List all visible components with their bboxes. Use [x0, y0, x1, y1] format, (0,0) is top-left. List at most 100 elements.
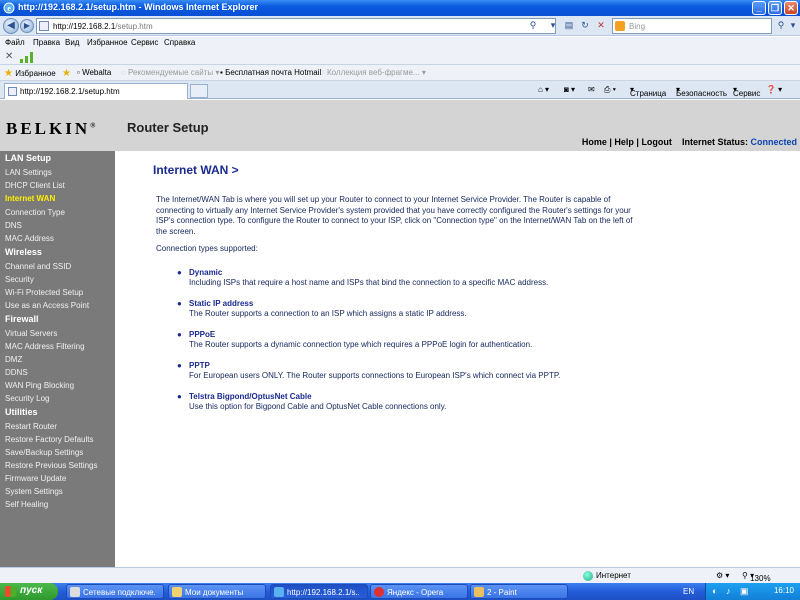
favorite-hotmail[interactable]: ▪ Бесплатная почта Hotmail — [220, 68, 321, 77]
sidebar-section-wireless[interactable]: Wireless — [5, 247, 42, 257]
sidebar-item-access-point[interactable]: Use as an Access Point — [5, 301, 89, 310]
menu-file[interactable]: Файл — [5, 38, 25, 47]
page-menu[interactable]: Страница ▾ — [630, 85, 666, 98]
taskbar-item-my-documents[interactable]: Мои документы — [168, 584, 266, 599]
menu-tools[interactable]: Сервис — [131, 38, 158, 47]
belkin-logo: BELKIN® — [6, 119, 96, 138]
maximize-button[interactable]: ❐ — [768, 1, 782, 15]
sidebar-item-system-settings[interactable]: System Settings — [5, 487, 63, 496]
forward-button[interactable]: ▶ — [20, 19, 34, 33]
favorites-button[interactable]: ★ Избранное — [4, 68, 56, 79]
zoom-level[interactable]: ⚲ 130% ▾ — [742, 571, 771, 583]
help-link[interactable]: Help — [614, 137, 634, 147]
search-provider-icon[interactable]: ⚲ — [526, 19, 540, 33]
address-bar[interactable]: http://192.168.2.1/setup.htm — [36, 18, 556, 34]
menu-edit[interactable]: Правка — [33, 38, 60, 47]
address-url[interactable]: http://192.168.2.1/setup.htm — [53, 22, 153, 31]
sidebar-section-firewall[interactable]: Firewall — [5, 314, 39, 324]
tray-icon[interactable]: ◐ — [712, 586, 717, 596]
sidebar-item-ddns[interactable]: DDNS — [5, 368, 28, 377]
sidebar-item-firmware-update[interactable]: Firmware Update — [5, 474, 66, 483]
taskbar-item-opera[interactable]: Яндекс - Opera — [370, 584, 468, 599]
taskbar-item-network[interactable]: Сетевые подключе... — [66, 584, 164, 599]
connection-type-desc: The Router supports a dynamic connection… — [189, 340, 533, 349]
home-icon[interactable]: ⌂ ▾ — [538, 85, 549, 94]
logout-link[interactable]: Logout — [641, 137, 672, 147]
internet-explorer-icon: e — [3, 2, 15, 14]
close-toolbar-icon[interactable]: ✕ — [5, 51, 13, 62]
signal-strength-icon — [20, 52, 33, 63]
connection-type-desc: Including ISPs that require a host name … — [189, 278, 549, 287]
tab-setup[interactable]: http://192.168.2.1/setup.htm — [4, 83, 188, 99]
search-box[interactable]: Bing — [612, 18, 772, 34]
back-button[interactable]: ◀ — [3, 18, 19, 34]
sidebar-item-restart-router[interactable]: Restart Router — [5, 422, 57, 431]
sidebar-item-save-backup[interactable]: Save/Backup Settings — [5, 448, 83, 457]
stop-icon[interactable]: ✕ — [594, 19, 608, 33]
menu-help[interactable]: Справка — [164, 38, 195, 47]
home-link[interactable]: Home — [582, 137, 607, 147]
favorite-webalta[interactable]: ▫ Webalta — [77, 68, 111, 77]
sidebar-item-restore-previous[interactable]: Restore Previous Settings — [5, 461, 98, 470]
bing-icon — [615, 21, 625, 31]
windows-logo-icon — [5, 586, 16, 597]
sidebar-item-lan-settings[interactable]: LAN Settings — [5, 168, 52, 177]
sidebar-item-mac-address[interactable]: MAC Address — [5, 234, 54, 243]
mail-icon[interactable]: ✉ — [588, 85, 595, 94]
menu-favorites[interactable]: Избранное — [87, 38, 128, 47]
connection-type-static-ip: Static IP address — [189, 299, 254, 308]
menu-view[interactable]: Вид — [65, 38, 79, 47]
sidebar-item-dns[interactable]: DNS — [5, 221, 22, 230]
safety-menu[interactable]: Безопасность ▾ — [676, 85, 727, 98]
paint-icon — [474, 587, 484, 597]
add-favorite-icon[interactable]: ★ — [62, 68, 71, 79]
tools-menu[interactable]: Сервис ▾ — [733, 85, 760, 98]
sidebar-item-security-log[interactable]: Security Log — [5, 394, 49, 403]
sidebar-item-restore-defaults[interactable]: Restore Factory Defaults — [5, 435, 93, 444]
sidebar-item-wan-ping-blocking[interactable]: WAN Ping Blocking — [5, 381, 74, 390]
sidebar-item-dmz[interactable]: DMZ — [5, 355, 22, 364]
favorite-web-slice-gallery[interactable]: ◌ Коллекция веб-фрагме... ▾ — [320, 68, 426, 77]
tab-title: http://192.168.2.1/setup.htm — [20, 87, 120, 96]
address-dropdown-icon[interactable]: ▾ — [546, 19, 560, 33]
sidebar-item-self-healing[interactable]: Self Healing — [5, 500, 48, 509]
start-button[interactable]: пуск — [0, 583, 58, 600]
sidebar-item-wps[interactable]: Wi-Fi Protected Setup — [5, 288, 83, 297]
new-tab-button[interactable] — [190, 84, 208, 98]
feeds-icon[interactable]: ◙ ▾ — [564, 85, 575, 94]
taskbar-item-internet-explorer[interactable]: http://192.168.2.1/s... — [270, 584, 368, 599]
svg-text:e: e — [7, 4, 11, 13]
network-icon — [70, 587, 80, 597]
taskbar-item-paint[interactable]: 2 - Paint — [470, 584, 568, 599]
sidebar-item-wireless-security[interactable]: Security — [5, 275, 34, 284]
volume-icon[interactable]: ♪ — [726, 586, 731, 596]
favorite-suggested-sites[interactable]: ◌ Рекомендуемые сайты ▾ — [121, 68, 219, 77]
sidebar-section-lan-setup[interactable]: LAN Setup — [5, 153, 51, 163]
compatibility-icon[interactable]: ▤ — [562, 19, 576, 33]
bullet-icon: ● — [177, 268, 182, 277]
zone-label: Интернет — [596, 571, 631, 580]
close-button[interactable]: ✕ — [784, 1, 798, 15]
network-tray-icon[interactable]: ▣ — [740, 586, 749, 597]
sidebar-item-dhcp-client-list[interactable]: DHCP Client List — [5, 181, 65, 190]
sidebar-item-mac-filtering[interactable]: MAC Address Filtering — [5, 342, 85, 351]
protected-mode-icon[interactable]: ⚙ ▾ — [716, 571, 729, 580]
status-bar: Интернет ⚙ ▾ ⚲ 130% ▾ — [0, 567, 800, 583]
sidebar-section-utilities[interactable]: Utilities — [5, 407, 38, 417]
sidebar-item-connection-type[interactable]: Connection Type — [5, 208, 65, 217]
sidebar-item-internet-wan[interactable]: Internet WAN — [5, 194, 55, 203]
sidebar-item-channel-ssid[interactable]: Channel and SSID — [5, 262, 71, 271]
bullet-icon: ● — [177, 330, 182, 339]
internet-zone-icon — [583, 571, 593, 581]
minimize-button[interactable]: _ — [752, 1, 766, 15]
search-options-icon[interactable]: ▾ — [786, 19, 800, 33]
connection-type-telstra: Telstra Bigpond/OptusNet Cable — [189, 392, 312, 401]
main-content: Internet WAN > The Internet/WAN Tab is w… — [115, 151, 800, 567]
print-icon[interactable]: ⎙ ▾ — [604, 85, 616, 95]
language-indicator[interactable]: EN — [683, 587, 694, 596]
sidebar-item-virtual-servers[interactable]: Virtual Servers — [5, 329, 57, 338]
help-icon[interactable]: ❓ ▾ — [766, 85, 782, 94]
refresh-icon[interactable]: ↻ — [578, 19, 592, 33]
menu-bar: Файл Правка Вид Избранное Сервис Справка — [0, 37, 800, 49]
internet-explorer-icon — [274, 587, 284, 597]
